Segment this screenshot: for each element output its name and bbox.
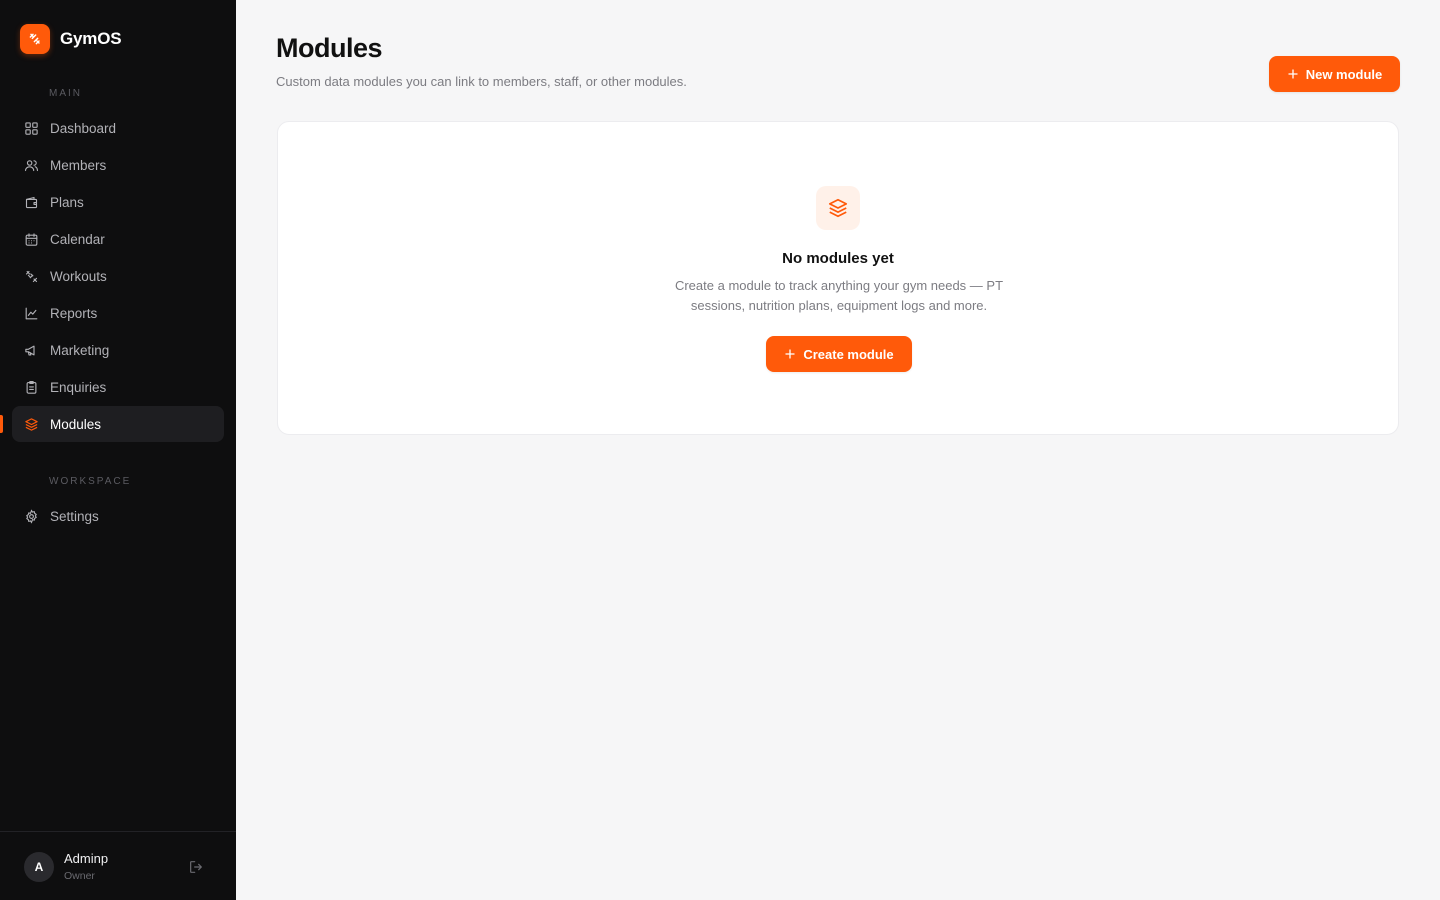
dumbbell-icon [25, 270, 38, 282]
brand[interactable]: GymOS [20, 24, 122, 54]
members-icon [25, 159, 38, 171]
sidebar-item-label: Enquiries [50, 379, 107, 395]
layers-icon [828, 198, 848, 218]
sidebar-item-label: Workouts [50, 268, 107, 284]
sidebar: GymOS MAIN Dashboard Members Plans Calen… [0, 0, 236, 900]
clipboard-icon [26, 380, 37, 394]
section-label-main: MAIN [49, 88, 82, 99]
active-indicator [0, 415, 3, 433]
sidebar-item-label: Reports [50, 305, 98, 321]
sidebar-item-plans[interactable]: Plans [12, 184, 224, 220]
empty-state-card: No modules yet Create a module to track … [277, 121, 1399, 435]
sidebar-item-members[interactable]: Members [12, 147, 224, 183]
page-title: Modules [276, 33, 383, 63]
sidebar-item-label: Plans [50, 194, 84, 210]
wallet-icon [25, 196, 38, 208]
calendar-icon [25, 232, 38, 246]
user-profile: A Adminp Owner [0, 831, 236, 900]
user-role: Owner [64, 870, 95, 882]
create-module-label: Create module [803, 346, 894, 362]
plus-icon [1288, 69, 1298, 79]
sidebar-item-dashboard[interactable]: Dashboard [12, 110, 224, 146]
sidebar-item-reports[interactable]: Reports [12, 295, 224, 331]
empty-state-icon [816, 186, 860, 230]
gear-icon [26, 508, 37, 524]
chart-icon [25, 307, 38, 319]
sidebar-item-label: Calendar [50, 231, 105, 247]
sidebar-item-label: Marketing [50, 342, 110, 358]
new-module-button[interactable]: New module [1269, 56, 1400, 92]
avatar[interactable]: A [24, 852, 54, 882]
dashboard-icon [25, 121, 38, 135]
plus-icon [785, 349, 795, 359]
megaphone-icon [25, 345, 35, 355]
sidebar-item-workouts[interactable]: Workouts [12, 258, 224, 294]
layers-icon [25, 417, 38, 431]
sidebar-item-label: Modules [50, 416, 102, 432]
empty-state-title: No modules yet [782, 250, 894, 267]
sidebar-item-marketing[interactable]: Marketing [12, 332, 224, 368]
sidebar-item-settings[interactable]: Settings [12, 498, 224, 534]
sidebar-item-modules[interactable]: Modules [12, 406, 224, 442]
user-name: Adminp [64, 851, 109, 866]
empty-state-description: Create a module to track anything your g… [674, 278, 1004, 313]
gymos-logo-icon [20, 24, 50, 54]
sidebar-item-calendar[interactable]: Calendar [12, 221, 224, 257]
sidebar-item-label: Members [50, 157, 107, 173]
page-subtitle: Custom data modules you can link to memb… [276, 74, 687, 89]
create-module-button[interactable]: Create module [766, 336, 912, 372]
brand-name: GymOS [60, 29, 122, 48]
logout-icon[interactable] [188, 859, 204, 875]
new-module-label: New module [1305, 66, 1383, 82]
sidebar-item-enquiries[interactable]: Enquiries [12, 369, 224, 405]
sidebar-item-label: Settings [50, 508, 99, 524]
section-label-workspace: WORKSPACE [49, 476, 132, 487]
sidebar-item-label: Dashboard [50, 120, 117, 136]
